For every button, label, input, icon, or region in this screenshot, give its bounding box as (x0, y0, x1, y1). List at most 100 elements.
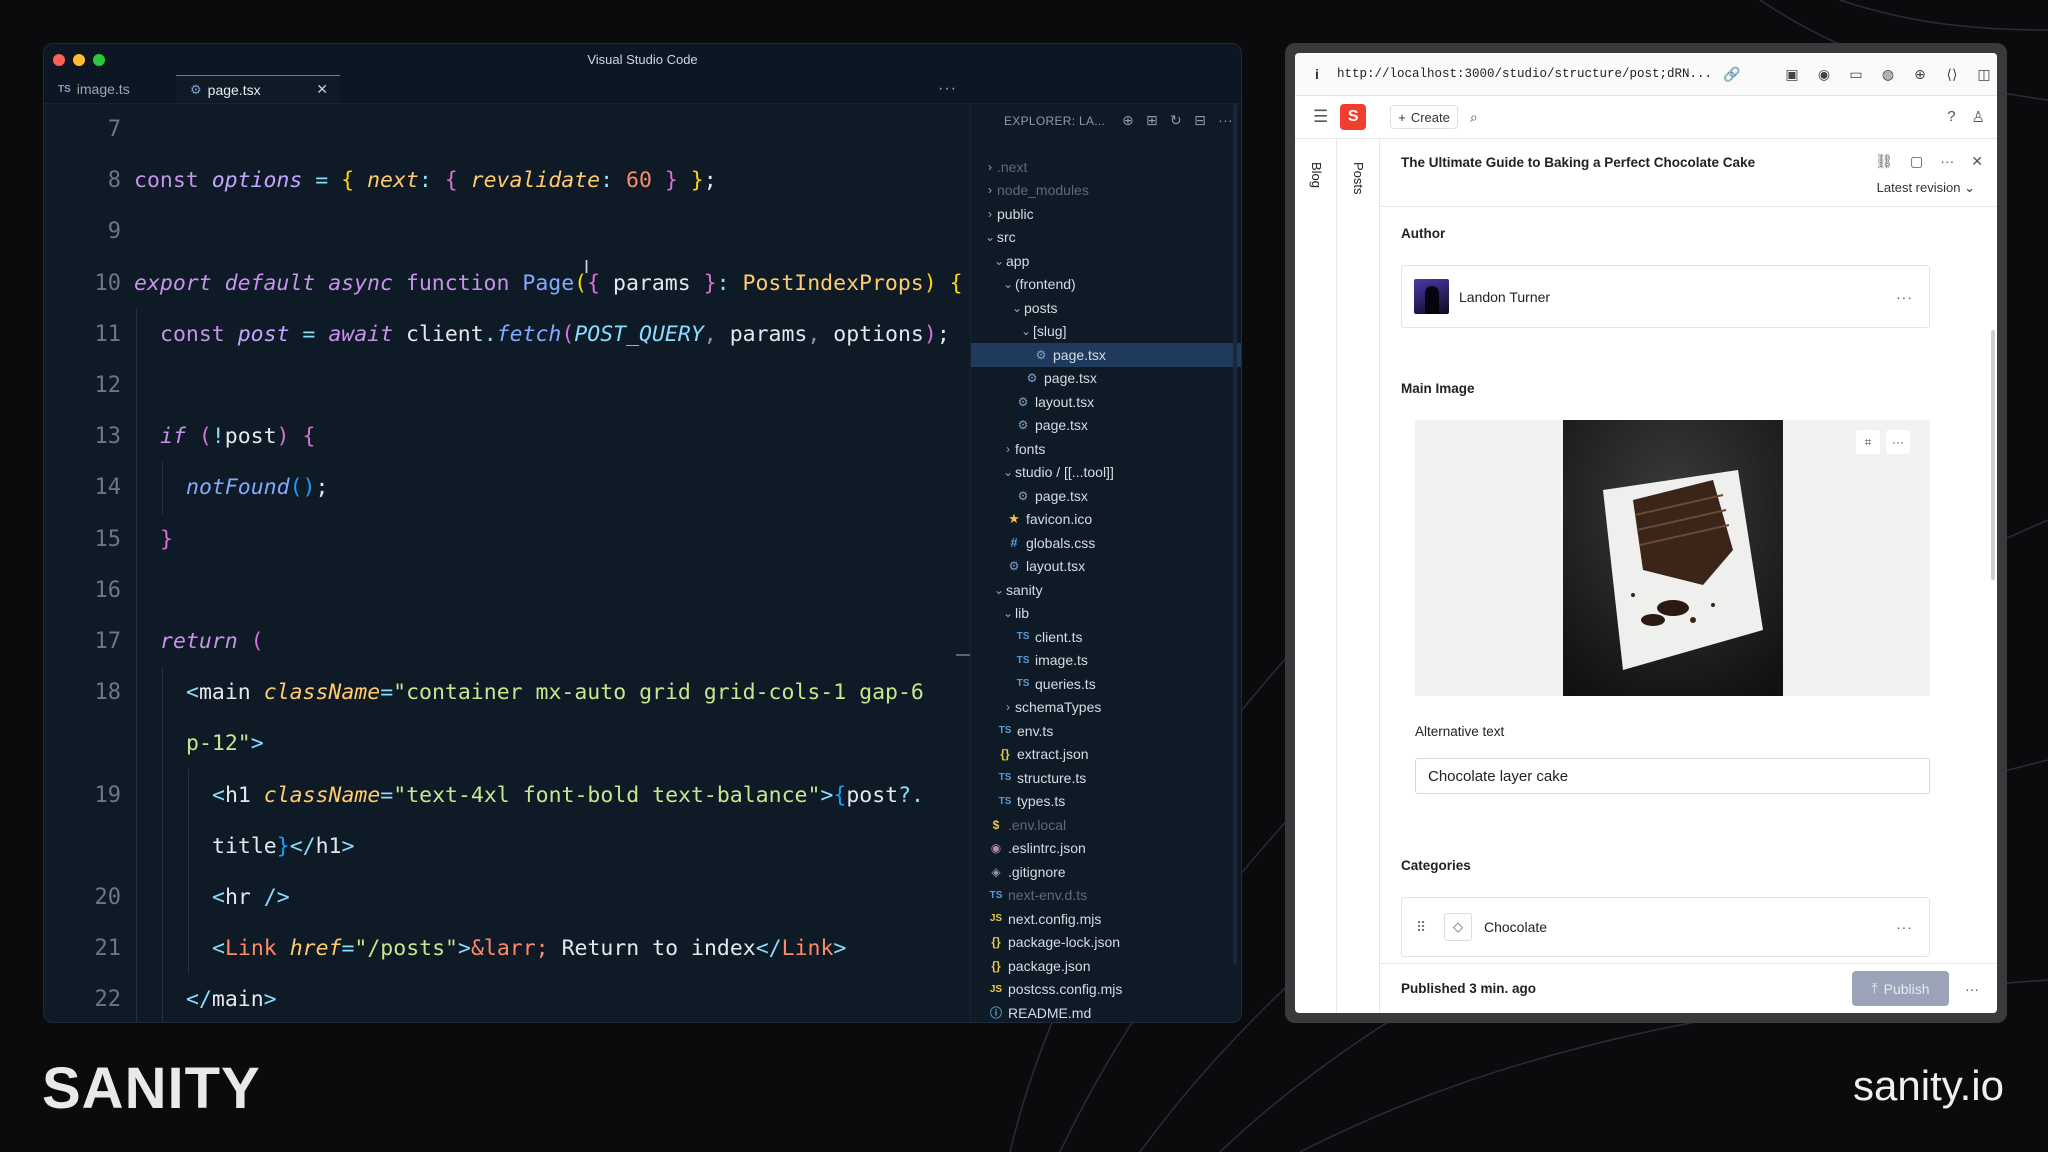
pane-posts[interactable]: Posts (1337, 140, 1380, 1013)
drag-handle-icon[interactable]: ⠿ (1416, 919, 1432, 936)
browser-window: i http://localhost:3000/studio/structure… (1285, 43, 2007, 1023)
tree-item[interactable]: ⚙ layout.tsx (971, 555, 1241, 579)
tree-item[interactable]: {} package-lock.json (971, 931, 1241, 955)
tree-item[interactable]: JS next.config.mjs (971, 907, 1241, 931)
tree-item[interactable]: ⌄ sanity (971, 578, 1241, 602)
more-icon[interactable]: ··· (1886, 430, 1910, 454)
revision-selector[interactable]: Latest revision ⌄ (1877, 180, 1975, 196)
create-button[interactable]: + Create (1390, 105, 1458, 129)
tree-item[interactable]: JS postcss.config.mjs (971, 978, 1241, 1002)
tree-item[interactable]: › fonts (971, 437, 1241, 461)
tree-item-label: types.ts (1017, 793, 1066, 810)
react-gear-icon: ⚙ (1017, 488, 1029, 503)
code-text: </main> (186, 987, 277, 1013)
code-text: return ( (160, 628, 264, 654)
tree-item[interactable]: {} package.json (971, 954, 1241, 978)
css-hash-icon: # (1010, 535, 1018, 551)
tree-item[interactable]: ⌄ src (971, 226, 1241, 250)
crop-icon[interactable]: ⌗ (1856, 430, 1880, 454)
tree-item[interactable]: ⌄ (frontend) (971, 273, 1241, 297)
tab-page-tsx[interactable]: ⚙ page.tsx ✕ (176, 75, 340, 103)
tree-item[interactable]: ⚙ page.tsx (971, 414, 1241, 438)
tree-item[interactable]: ⚙ page.tsx (971, 367, 1241, 391)
json-icon: {} (1000, 747, 1010, 762)
tree-item[interactable]: › .next (971, 155, 1241, 179)
more-icon[interactable]: ··· (1896, 289, 1913, 305)
tree-item[interactable]: ★ favicon.ico (971, 508, 1241, 532)
close-icon[interactable]: ✕ (1971, 153, 1983, 170)
url-field[interactable]: http://localhost:3000/studio/structure/p… (1337, 67, 1709, 81)
tree-item[interactable]: › schemaTypes (971, 696, 1241, 720)
code-icon[interactable]: ⟨⟩ (1943, 66, 1961, 83)
user-icon[interactable]: ♙ (1972, 108, 1985, 126)
tree-item[interactable]: $ .env.local (971, 813, 1241, 837)
tree-item[interactable]: ⚙ page.tsx (971, 343, 1241, 367)
tree-item[interactable]: ◉ .eslintrc.json (971, 837, 1241, 861)
search-icon[interactable]: ⌕ (1470, 109, 1478, 126)
tab-image-ts[interactable]: TS image.ts (44, 75, 176, 103)
link-icon[interactable]: ⛓ (1875, 153, 1893, 170)
new-folder-icon[interactable]: ⊞ (1146, 112, 1158, 129)
tree-item[interactable]: TS structure.ts (971, 766, 1241, 790)
help-icon[interactable]: ? (1947, 108, 1955, 126)
tree-item[interactable]: ⌄ lib (971, 602, 1241, 626)
explorer-scrollbar[interactable] (1233, 104, 1237, 964)
tree-item[interactable]: # globals.css (971, 531, 1241, 555)
tree-item[interactable]: ⌄ studio / [[...tool]] (971, 461, 1241, 485)
more-actions-icon[interactable]: ··· (938, 80, 957, 98)
tree-item[interactable]: TS client.ts (971, 625, 1241, 649)
more-actions-icon[interactable]: ··· (1218, 112, 1233, 129)
tree-item[interactable]: ⚙ layout.tsx (971, 390, 1241, 414)
new-file-icon[interactable]: ⊕ (1122, 112, 1134, 129)
code-editor[interactable]: 7 8 const options = { next: { revalidate… (44, 104, 964, 1022)
react-gear-icon: ⚙ (190, 81, 202, 97)
more-icon[interactable]: ··· (1896, 919, 1913, 935)
tree-item[interactable]: TS queries.ts (971, 672, 1241, 696)
create-label: Create (1410, 109, 1450, 125)
screenshot-icon[interactable]: ▣ (1783, 66, 1801, 83)
tree-item[interactable]: ⌄ app (971, 249, 1241, 273)
tree-item[interactable]: TS next-env.d.ts (971, 884, 1241, 908)
close-window-button[interactable] (53, 54, 65, 66)
sanity-logo[interactable]: S (1340, 104, 1367, 130)
target-icon[interactable]: ⊕ (1911, 66, 1929, 83)
maximize-window-button[interactable] (93, 54, 105, 66)
alt-text-input[interactable]: Chocolate layer cake (1415, 758, 1930, 794)
tree-item[interactable]: ⓘ README.md (971, 1001, 1241, 1022)
pane-blog[interactable]: Blog (1295, 140, 1337, 1013)
tree-item[interactable]: ⚙ page.tsx (971, 484, 1241, 508)
tree-item[interactable]: ⌄ [slug] (971, 320, 1241, 344)
document-scrollbar[interactable] (1991, 330, 1995, 580)
typescript-icon: TS (998, 772, 1012, 784)
sidebar-icon[interactable]: ▭ (1847, 66, 1865, 83)
tree-item[interactable]: › public (971, 202, 1241, 226)
tree-item[interactable]: ⌄ posts (971, 296, 1241, 320)
menu-icon[interactable]: ☰ (1313, 107, 1328, 127)
line-number: 17 (94, 628, 122, 654)
close-tab-icon[interactable]: ✕ (316, 81, 328, 98)
info-icon[interactable]: i (1315, 66, 1323, 82)
publish-button[interactable]: ⤒ Publish (1852, 971, 1949, 1006)
tree-item[interactable]: TS types.ts (971, 790, 1241, 814)
minimize-window-button[interactable] (73, 54, 85, 66)
refresh-icon[interactable]: ↻ (1170, 112, 1182, 129)
tree-item[interactable]: TS image.ts (971, 649, 1241, 673)
tree-item[interactable]: › node_modules (971, 179, 1241, 203)
main-image-field[interactable]: ⌗ ··· (1415, 420, 1930, 696)
tree-item[interactable]: ◈ .gitignore (971, 860, 1241, 884)
main-image-label: Main Image (1401, 381, 1475, 396)
author-reference[interactable]: Landon Turner ··· (1401, 265, 1930, 328)
split-view-icon[interactable]: ◫ (1975, 66, 1993, 83)
more-icon[interactable]: ··· (1965, 981, 1979, 997)
link-icon[interactable]: 🔗 (1723, 66, 1741, 83)
document-title: The Ultimate Guide to Baking a Perfect C… (1401, 155, 1756, 170)
globe-icon[interactable]: ◍ (1879, 66, 1897, 83)
tree-item[interactable]: {} extract.json (971, 743, 1241, 767)
comment-icon[interactable]: ▢ (1910, 153, 1923, 170)
collapse-all-icon[interactable]: ⊟ (1194, 112, 1206, 129)
camera-icon[interactable]: ◉ (1815, 66, 1833, 83)
chevron-down-icon: ⌄ (984, 230, 996, 245)
category-item[interactable]: ⠿ ◇ Chocolate ··· (1401, 897, 1930, 957)
more-icon[interactable]: ··· (1940, 153, 1954, 170)
tree-item[interactable]: TS env.ts (971, 719, 1241, 743)
